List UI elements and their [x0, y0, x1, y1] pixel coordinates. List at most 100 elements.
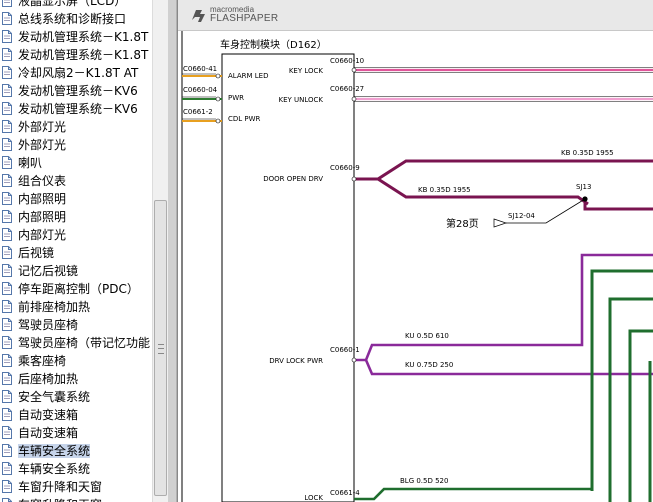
right-pin-drv-lock-pwr: DRV LOCK PWR C0660-1 KU 0.5D 610 KU 0.75… [269, 253, 653, 376]
document-icon [2, 408, 12, 421]
left-pin-signal: CDL PWR [228, 115, 261, 123]
tree-item-label: 后座椅加热 [18, 372, 79, 386]
tree-item[interactable]: 车辆安全系统 [0, 442, 150, 460]
splice-ref: SJ12-04 [508, 212, 535, 220]
tree-item-label: 车辆安全系统 [18, 462, 91, 476]
tree-item-label: 车窗升降和天窗 [18, 480, 103, 494]
flashpaper-logo-icon [192, 10, 205, 22]
tree-item[interactable]: 外部灯光 [0, 136, 150, 154]
tree-item-label: 冷却风扇2－K1.8T AT [18, 66, 139, 80]
flashpaper-viewer: macromedia FLASHPAPER 车身控制模块（D162） C0660… [168, 0, 653, 502]
tree-item[interactable]: 外部灯光 [0, 118, 150, 136]
tree-item[interactable]: 车窗升降和天窗 [0, 478, 150, 496]
left-pin-pwr: C0660-04 PWR [182, 86, 244, 102]
viewer-header: macromedia FLASHPAPER [178, 0, 653, 31]
wire-label: KU 0.5D 610 [405, 332, 449, 340]
document-icon [2, 300, 12, 313]
tree-item[interactable]: 冷却风扇2－K1.8T AT [0, 64, 150, 82]
tree-item[interactable]: 内部照明 [0, 208, 150, 226]
tree-item[interactable]: 驾驶员座椅（带记忆功能 [0, 334, 150, 352]
left-pin-cdl-pwr: C0661-2 CDL PWR [182, 108, 261, 124]
tree-item[interactable]: 前排座椅加热 [0, 298, 150, 316]
right-pin-connector: C0661-4 [330, 489, 360, 497]
sidebar-scrollbar[interactable] [152, 0, 168, 502]
document-icon [2, 228, 12, 241]
tree-item[interactable]: 发动机管理系统－KV6 [0, 100, 150, 118]
tree-item-label: 驾驶员座椅 [18, 318, 79, 332]
module-title: 车身控制模块（D162） [220, 38, 327, 51]
tree-item[interactable]: 总线系统和诊断接口 [0, 10, 150, 28]
right-pin-connector: C0660-27 [330, 85, 364, 93]
left-pin-connector: C0660-04 [183, 86, 218, 94]
tree-item[interactable]: 乘客座椅 [0, 352, 150, 370]
tree-item[interactable]: 内部灯光 [0, 226, 150, 244]
right-pin-connector: C0660-1 [330, 346, 360, 354]
tree-item[interactable]: 后视镜 [0, 244, 150, 262]
right-pin-lock: LOCK C0661-4 BLG 0.5D 520 [304, 477, 592, 502]
tree-item[interactable]: 内部照明 [0, 190, 150, 208]
wire-label: KB 0.35D 1955 [561, 149, 614, 157]
right-pin-signal: LOCK [304, 494, 323, 502]
document-icon [2, 138, 12, 151]
document-icon [2, 12, 12, 25]
tree-item-label: 液晶显示屏（LCD） [18, 0, 127, 8]
tree-item-label: 后视镜 [18, 246, 55, 260]
viewer-gutter [168, 0, 177, 502]
tree-item-label: 发动机管理系统－KV6 [18, 102, 138, 116]
document-icon [2, 120, 12, 133]
tree-item[interactable]: 发动机管理系统－K1.8T [0, 46, 150, 64]
tree-item[interactable]: 自动变速箱 [0, 406, 150, 424]
tree-list: 液晶显示屏（LCD） 总线系统和诊断接口 发动机管理系统－K1.8T 发动机管理系统－… [0, 0, 150, 502]
brand-big: FLASHPAPER [210, 13, 279, 24]
wire-label: BLG 0.5D 520 [400, 477, 448, 485]
tree-item[interactable]: 组合仪表 [0, 172, 150, 190]
right-pin-door-open-drv: DOOR OPEN DRV C0660-9 KB 0.35D 1955 KB 0… [263, 149, 653, 230]
right-pin-connector: C0660-10 [330, 57, 364, 65]
document-icon [2, 426, 12, 439]
tree-item[interactable]: 自动变速箱 [0, 424, 150, 442]
document-icon [2, 390, 12, 403]
flashpaper-logo: macromedia FLASHPAPER [190, 6, 278, 28]
tree-item-label: 车辆安全系统 [18, 444, 91, 458]
document-icon [2, 174, 12, 187]
splice-label: SJ13 [576, 183, 591, 191]
tree-item-label: 外部灯光 [18, 138, 67, 152]
left-pin-signal: ALARM LED [228, 72, 268, 80]
left-pin-connector: C0660-41 [183, 65, 217, 73]
splice-dot [582, 196, 588, 202]
document-icon [2, 462, 12, 475]
tree-item-label: 组合仪表 [18, 174, 67, 188]
tree-item[interactable]: 记忆后视镜 [0, 262, 150, 280]
tree-item-label: 发动机管理系统－K1.8T [18, 30, 149, 44]
right-pin-signal: KEY UNLOCK [278, 96, 323, 104]
tree-item[interactable]: 喇叭 [0, 154, 150, 172]
document-icon [2, 66, 12, 79]
tree-item[interactable]: 停车距离控制（PDC） [0, 280, 150, 298]
document-page[interactable]: 车身控制模块（D162） C0660-41 ALARM LED C0660-04… [178, 31, 653, 502]
tree-item-label: 发动机管理系统－KV6 [18, 84, 138, 98]
document-icon [2, 336, 12, 349]
document-icon [2, 444, 12, 457]
tree-item[interactable]: 发动机管理系统－KV6 [0, 82, 150, 100]
scrollbar-thumb[interactable] [154, 200, 167, 496]
tree-item[interactable]: 车窗升降和天窗 [0, 496, 150, 502]
tree-item[interactable]: 后座椅加热 [0, 370, 150, 388]
tree-item[interactable]: 驾驶员座椅 [0, 316, 150, 334]
tree-item[interactable]: 液晶显示屏（LCD） [0, 0, 150, 10]
tree-item-label: 安全气囊系统 [18, 390, 91, 404]
document-icon [2, 498, 12, 502]
document-icon [2, 282, 12, 295]
tree-item-label: 车窗升降和天窗 [18, 498, 102, 502]
tree-item[interactable]: 发动机管理系统－K1.8T [0, 28, 150, 46]
tree-item-label: 内部照明 [18, 210, 67, 224]
tree-item[interactable]: 车辆安全系统 [0, 460, 150, 478]
document-icon [2, 480, 12, 493]
document-icon [2, 246, 12, 259]
tree-item[interactable]: 安全气囊系统 [0, 388, 150, 406]
tree-item-label: 乘客座椅 [18, 354, 67, 368]
tree-item-label: 外部灯光 [18, 120, 67, 134]
right-pin-signal: DOOR OPEN DRV [263, 175, 323, 183]
wire-label: KU 0.75D 250 [405, 361, 453, 369]
right-pin-key-lock: KEY LOCK C0660-10 [289, 57, 653, 75]
document-icon [2, 102, 12, 115]
